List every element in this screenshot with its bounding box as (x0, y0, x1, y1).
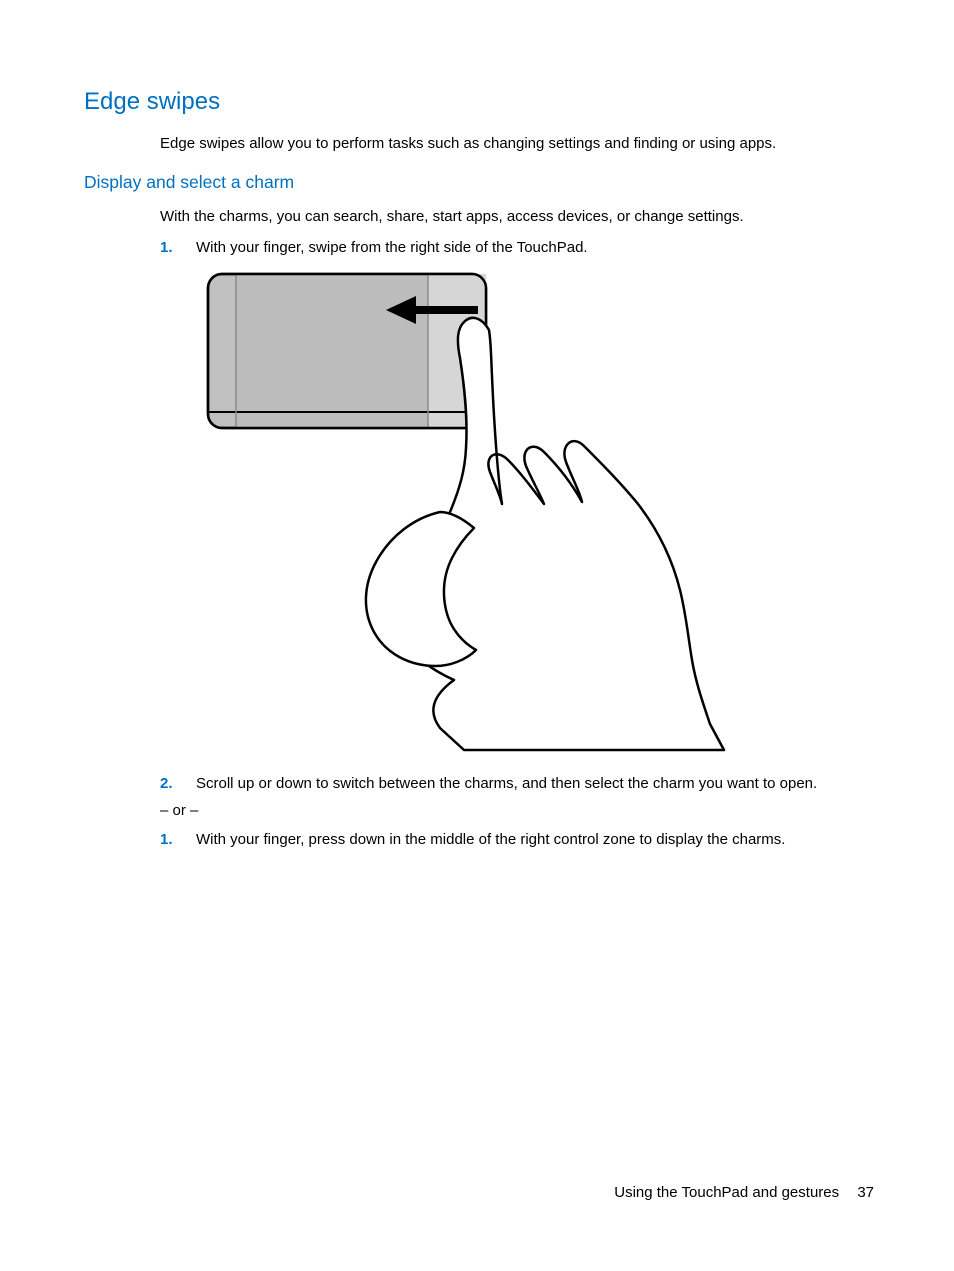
document-page: Edge swipes Edge swipes allow you to per… (0, 0, 954, 1271)
step-number: 2. (160, 775, 196, 792)
gesture-illustration (200, 266, 874, 757)
alt-step-1: 1. With your finger, press down in the m… (160, 831, 874, 848)
step-text: With your finger, press down in the midd… (196, 831, 785, 848)
heading-display-select-charm: Display and select a charm (84, 172, 874, 193)
page-footer: Using the TouchPad and gestures 37 (614, 1184, 874, 1201)
charms-description: With the charms, you can search, share, … (160, 207, 874, 227)
intro-paragraph: Edge swipes allow you to perform tasks s… (160, 134, 874, 154)
footer-section-title: Using the TouchPad and gestures (614, 1184, 839, 1201)
edge-swipe-gesture-icon (200, 266, 728, 752)
footer-page-number: 37 (857, 1184, 874, 1201)
step-1: 1. With your finger, swipe from the righ… (160, 239, 874, 256)
step-text: With your finger, swipe from the right s… (196, 239, 588, 256)
step-2: 2. Scroll up or down to switch between t… (160, 775, 874, 792)
step-text: Scroll up or down to switch between the … (196, 775, 817, 792)
step-number: 1. (160, 831, 196, 848)
or-separator: – or – (160, 802, 874, 819)
heading-edge-swipes: Edge swipes (84, 88, 874, 116)
step-number: 1. (160, 239, 196, 256)
